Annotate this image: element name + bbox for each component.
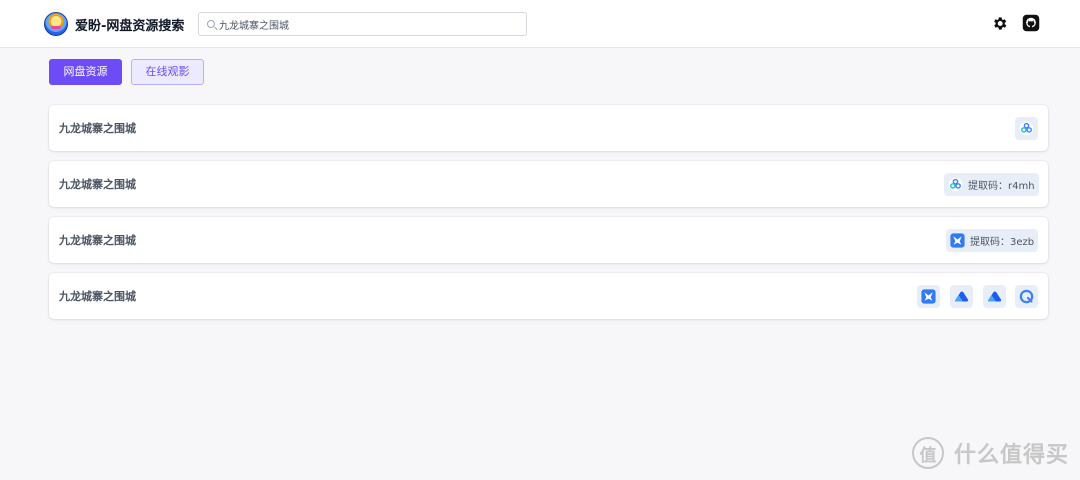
extraction-code: 提取码：r4mh — [968, 181, 1035, 192]
app-logo-icon[interactable] — [44, 12, 68, 36]
xunlei-icon — [921, 289, 936, 304]
aliyun-icon — [987, 291, 1002, 302]
xunlei-icon — [950, 233, 965, 248]
result-title[interactable]: 九龙城寨之围城 — [59, 232, 136, 248]
quark-icon — [1019, 289, 1034, 304]
search-box[interactable] — [198, 12, 527, 36]
baidu-pan-link[interactable]: 提取码：r4mh — [944, 173, 1039, 196]
result-card[interactable]: 九龙城寨之围城 提取码：r4mh — [49, 161, 1048, 207]
quark-link[interactable] — [1015, 285, 1038, 308]
result-card[interactable]: 九龙城寨之围城 提取码：3ezb — [49, 217, 1048, 263]
github-icon[interactable] — [1022, 14, 1040, 32]
result-card[interactable]: 九龙城寨之围城 — [49, 105, 1048, 151]
baidu-pan-link[interactable] — [1015, 117, 1038, 140]
result-title[interactable]: 九龙城寨之围城 — [59, 288, 136, 304]
tab-online-watch[interactable]: 在线观影 — [131, 59, 204, 85]
search-input[interactable] — [219, 13, 519, 35]
watermark-logo-icon: 值 — [912, 437, 944, 469]
watermark: 值 什么值得买 — [912, 436, 1069, 470]
top-bar: 爱盼-网盘资源搜索 — [0, 0, 1080, 48]
extraction-code: 提取码：3ezb — [970, 237, 1035, 248]
baidu-pan-icon — [1019, 121, 1034, 136]
aliyun-link[interactable] — [983, 285, 1006, 308]
xunlei-link[interactable] — [917, 285, 940, 308]
aliyun-icon — [954, 291, 969, 302]
watermark-text: 什么值得买 — [954, 443, 1070, 468]
baidu-pan-icon — [948, 177, 963, 192]
result-card[interactable]: 九龙城寨之围城 — [49, 273, 1048, 319]
result-title[interactable]: 九龙城寨之围城 — [59, 176, 136, 192]
gear-icon[interactable] — [991, 15, 1008, 32]
app-title[interactable]: 爱盼-网盘资源搜索 — [75, 15, 184, 34]
search-icon — [207, 20, 215, 28]
aliyun-link[interactable] — [950, 285, 973, 308]
xunlei-link[interactable]: 提取码：3ezb — [946, 229, 1039, 252]
tab-pan-resources[interactable]: 网盘资源 — [49, 59, 122, 85]
result-title[interactable]: 九龙城寨之围城 — [59, 120, 136, 136]
